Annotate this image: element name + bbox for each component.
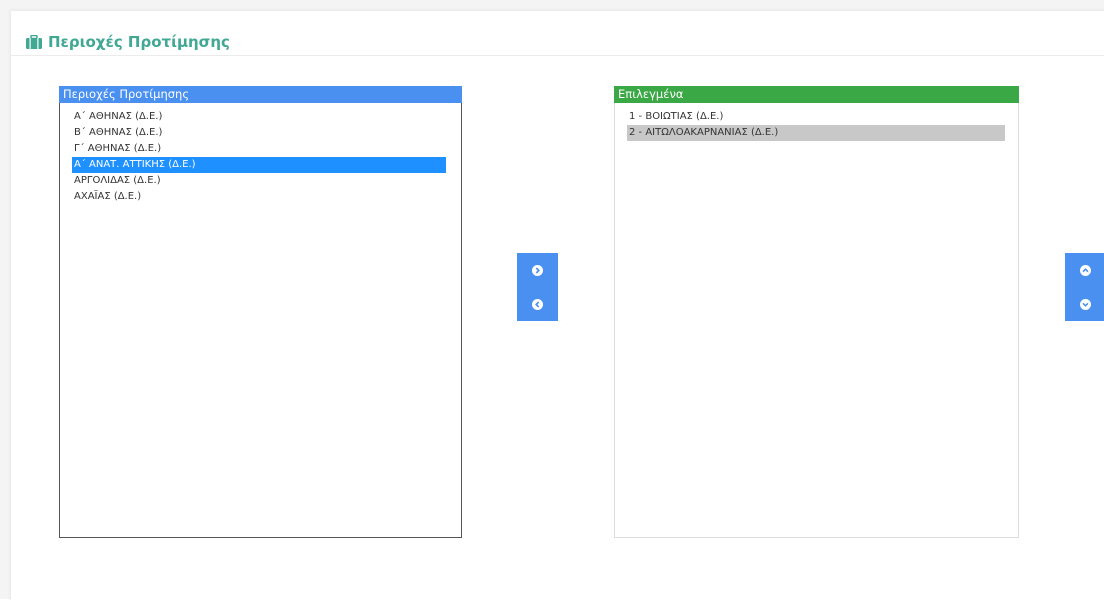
list-item[interactable]: Β΄ ΑΘΗΝΑΣ (Δ.Ε.)	[72, 125, 449, 141]
chevron-circle-right-icon	[532, 264, 543, 276]
available-regions-list[interactable]: Περιοχές Προτίμησης Α΄ ΑΘΗΝΑΣ (Δ.Ε.) Β΄ Α…	[59, 86, 462, 538]
list-item[interactable]: ΑΧΑΪΑΣ (Δ.Ε.)	[72, 189, 449, 205]
list-item[interactable]: Α΄ ΑΘΗΝΑΣ (Δ.Ε.)	[72, 109, 449, 125]
available-list-title: Περιοχές Προτίμησης	[59, 86, 462, 103]
remove-from-selected-button[interactable]	[517, 287, 558, 321]
selected-items: 1 - ΒΟΙΩΤΙΑΣ (Δ.Ε.) 2 - ΑΙΤΩΛΟΑΚΑΡΝΑΝΙΑΣ …	[615, 103, 1018, 141]
move-down-button[interactable]	[1065, 287, 1104, 321]
section-title: Περιοχές Προτίμησης	[48, 33, 230, 51]
list-item[interactable]: Γ΄ ΑΘΗΝΑΣ (Δ.Ε.)	[72, 141, 449, 157]
page-background: Περιοχές Προτίμησης Περιοχές Προτίμησης …	[0, 0, 1104, 600]
section-header: Περιοχές Προτίμησης	[26, 31, 230, 53]
briefcase-icon	[26, 34, 42, 49]
move-up-button[interactable]	[1065, 253, 1104, 287]
list-item[interactable]: ΑΡΓΟΛΙΔΑΣ (Δ.Ε.)	[72, 173, 449, 189]
selected-regions-list[interactable]: Επιλεγμένα 1 - ΒΟΙΩΤΙΑΣ (Δ.Ε.) 2 - ΑΙΤΩΛΟ…	[614, 86, 1019, 538]
add-to-selected-button[interactable]	[517, 253, 558, 287]
chevron-circle-up-icon	[1080, 264, 1091, 276]
list-item[interactable]: 1 - ΒΟΙΩΤΙΑΣ (Δ.Ε.)	[627, 109, 1006, 125]
available-items: Α΄ ΑΘΗΝΑΣ (Δ.Ε.) Β΄ ΑΘΗΝΑΣ (Δ.Ε.) Γ΄ ΑΘΗΝΑ…	[60, 103, 461, 205]
list-item[interactable]: Α΄ ΑΝΑΤ. ΑΤΤΙΚΗΣ (Δ.Ε.)	[72, 157, 446, 173]
chevron-circle-left-icon	[532, 298, 543, 310]
list-item[interactable]: 2 - ΑΙΤΩΛΟΑΚΑΡΝΑΝΙΑΣ (Δ.Ε.)	[627, 125, 1005, 141]
selected-list-title: Επιλεγμένα	[614, 86, 1019, 103]
chevron-circle-down-icon	[1080, 298, 1091, 310]
header-divider	[10, 55, 1104, 56]
